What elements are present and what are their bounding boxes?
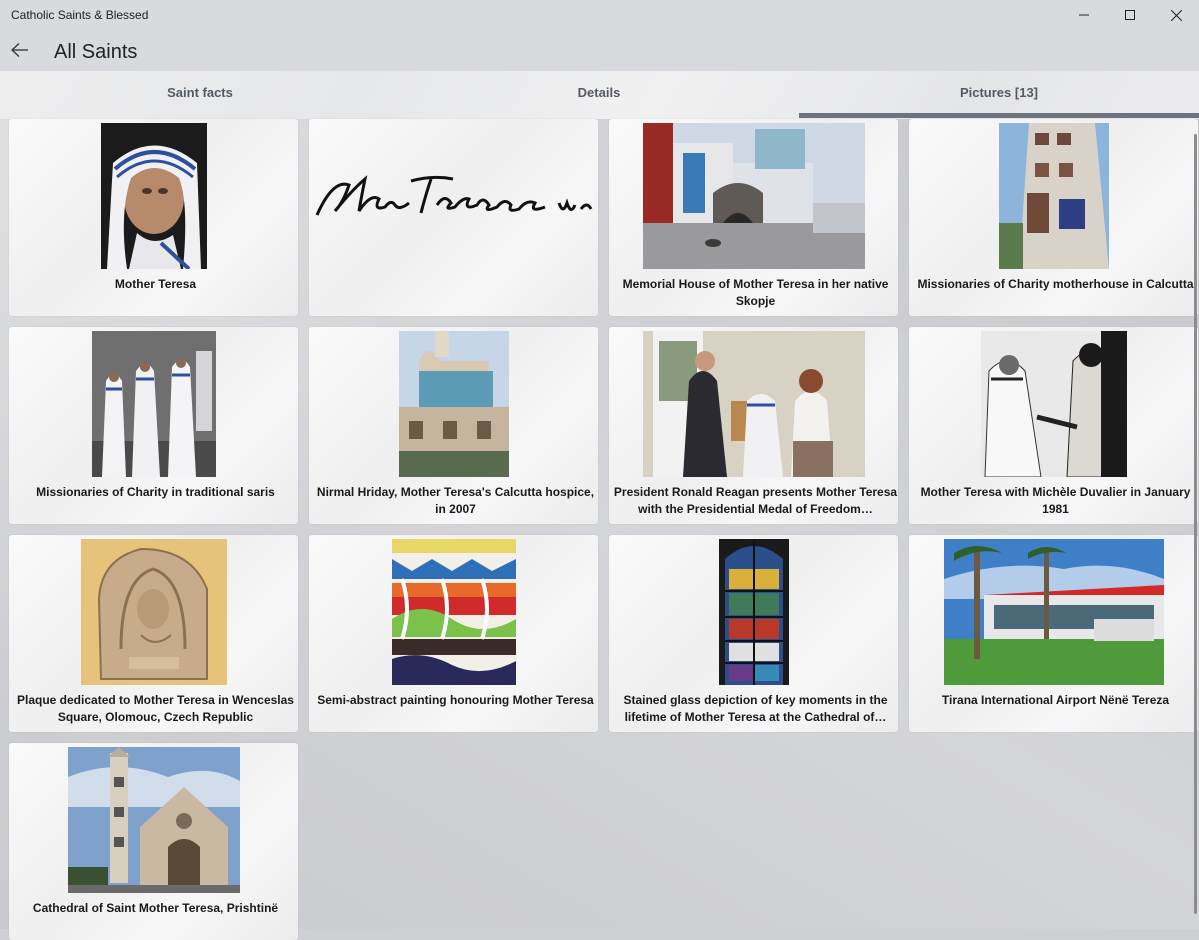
stained-glass-image [719, 539, 789, 685]
picture-card[interactable]: Memorial House of Mother Teresa in her n… [609, 119, 898, 316]
signature-image [313, 159, 595, 229]
maximize-icon [1125, 10, 1135, 20]
motherhouse-calcutta-image [999, 123, 1109, 269]
tab-pictures[interactable]: Pictures [13] [799, 71, 1199, 114]
picture-card[interactable]: Mother Teresa [9, 119, 298, 316]
picture-card[interactable]: Plaque dedicated to Mother Teresa in Wen… [9, 535, 298, 732]
close-icon [1170, 9, 1182, 21]
picture-caption: President Ronald Reagan presents Mother … [613, 485, 898, 516]
page-title: All Saints [54, 41, 138, 63]
vertical-scrollbar[interactable] [1194, 134, 1197, 914]
picture-card[interactable]: Mother Teresa with Michèle Duvalier in J… [909, 327, 1198, 524]
picture-card[interactable]: Missionaries of Charity in traditional s… [9, 327, 298, 524]
picture-caption: Missionaries of Charity motherhouse in C… [917, 277, 1194, 291]
semi-abstract-painting-image [392, 539, 516, 685]
picture-card[interactable]: Stained glass depiction of key moments i… [609, 535, 898, 732]
mother-teresa-portrait-image [101, 123, 207, 269]
picture-caption: Missionaries of Charity in traditional s… [36, 485, 275, 499]
picture-caption: Tirana International Airport Nënë Tereza [941, 693, 1170, 707]
minimize-icon [1079, 14, 1089, 16]
picture-card[interactable]: President Ronald Reagan presents Mother … [609, 327, 898, 524]
picture-caption: Semi-abstract painting honouring Mother … [317, 693, 594, 707]
page-header: All Saints [0, 30, 1199, 71]
picture-caption: Cathedral of Saint Mother Teresa, Prisht… [32, 901, 279, 915]
cathedral-prishtine-image [68, 747, 240, 893]
tab-details[interactable]: Details [399, 71, 799, 114]
back-button[interactable] [6, 36, 34, 64]
picture-caption: Plaque dedicated to Mother Teresa in Wen… [17, 693, 294, 724]
back-arrow-icon [11, 43, 28, 57]
app-title: Catholic Saints & Blessed [11, 8, 149, 22]
picture-caption: Mother Teresa [114, 277, 197, 291]
close-button[interactable] [1153, 0, 1199, 30]
nirmal-hriday-image [399, 331, 509, 477]
reagan-medal-image [643, 331, 865, 477]
selected-tab-indicator [799, 113, 1199, 118]
tab-saint-facts[interactable]: Saint facts [0, 71, 400, 114]
picture-caption: Memorial House of Mother Teresa in her n… [622, 277, 889, 308]
picture-card[interactable]: Tirana International Airport Nënë Tereza [909, 535, 1198, 732]
teresa-duvalier-image [981, 331, 1127, 477]
title-bar: Catholic Saints & Blessed [0, 0, 1199, 30]
picture-card[interactable]: Missionaries of Charity motherhouse in C… [909, 119, 1198, 316]
plaque-olomouc-image [81, 539, 227, 685]
picture-card[interactable] [309, 119, 598, 316]
picture-card[interactable]: Cathedral of Saint Mother Teresa, Prisht… [9, 743, 298, 940]
picture-card[interactable]: Nirmal Hriday, Mother Teresa's Calcutta … [309, 327, 598, 524]
picture-caption: Nirmal Hriday, Mother Teresa's Calcutta … [316, 485, 595, 516]
tab-bar: Saint facts Details Pictures [13] [0, 71, 1199, 119]
maximize-button[interactable] [1107, 0, 1153, 30]
tirana-airport-image [944, 539, 1164, 685]
picture-card[interactable]: Semi-abstract painting honouring Mother … [309, 535, 598, 732]
picture-caption: Stained glass depiction of key moments i… [623, 693, 888, 724]
missionaries-saris-image [92, 331, 216, 477]
picture-caption: Mother Teresa with Michèle Duvalier in J… [920, 485, 1191, 516]
memorial-house-skopje-image [643, 123, 865, 269]
minimize-button[interactable] [1061, 0, 1107, 30]
